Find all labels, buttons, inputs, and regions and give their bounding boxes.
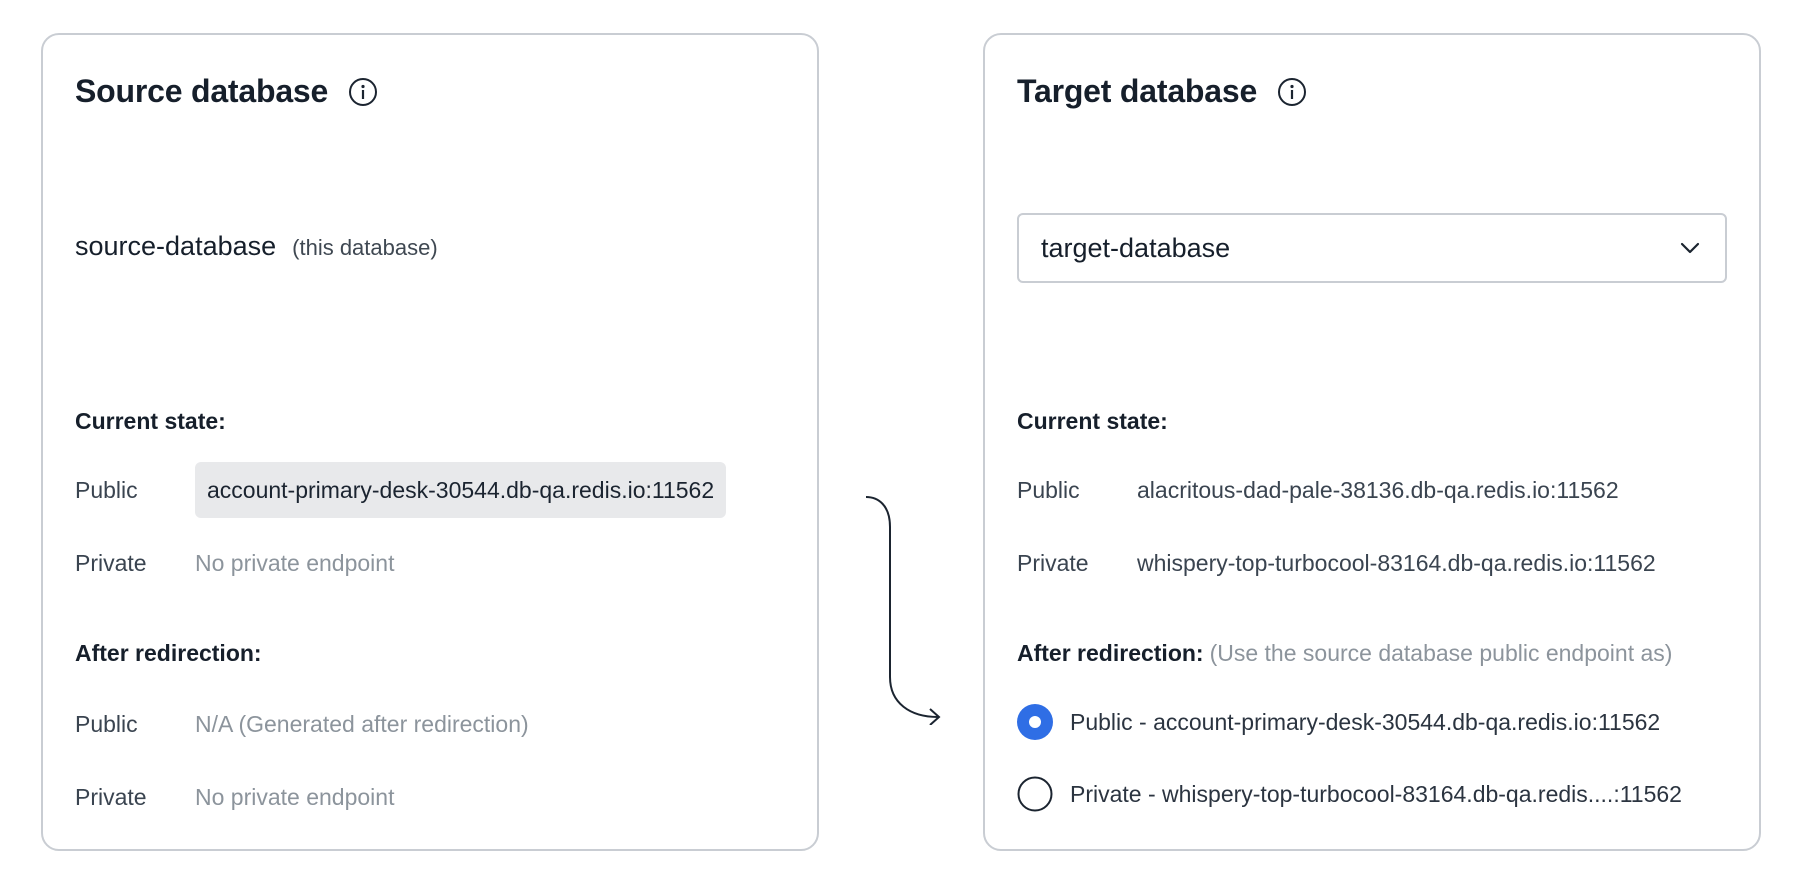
- endpoint-type-label: Public: [75, 476, 138, 503]
- target-title-row: Target database: [1017, 73, 1307, 110]
- endpoint-type-label: Public: [75, 710, 138, 737]
- endpoint-type-label: Private: [1017, 549, 1089, 576]
- after-redirection-label-text: After redirection:: [1017, 640, 1204, 666]
- target-title: Target database: [1017, 73, 1258, 109]
- target-after-redirection-label: After redirection: (Use the source databa…: [1017, 640, 1672, 667]
- radio-unselected-icon[interactable]: [1017, 776, 1053, 812]
- source-title-row: Source database: [75, 73, 378, 110]
- after-redirection-note: (Use the source database public endpoint…: [1209, 640, 1673, 666]
- target-database-card: Target database target-database Current …: [983, 33, 1761, 851]
- radio-option-private[interactable]: Private - whispery-top-turbocool-83164.d…: [1017, 774, 1727, 814]
- info-icon[interactable]: [348, 77, 378, 107]
- source-current-public-row: Public account-primary-desk-30544.db-qa.…: [75, 462, 785, 518]
- target-private-endpoint: whispery-top-turbocool-83164.db-qa.redis…: [1137, 549, 1656, 576]
- source-after-public-endpoint: N/A (Generated after redirection): [195, 710, 529, 737]
- source-db-name: source-database: [75, 231, 277, 261]
- target-current-state-label: Current state:: [1017, 408, 1168, 434]
- radio-option-label: Public - account-primary-desk-30544.db-q…: [1070, 708, 1661, 735]
- target-current-public-row: Public alacritous-dad-pale-38136.db-qa.r…: [1017, 462, 1727, 518]
- source-current-private-row: Private No private endpoint: [75, 535, 785, 591]
- curved-arrow-icon: [865, 496, 941, 725]
- target-public-endpoint: alacritous-dad-pale-38136.db-qa.redis.io…: [1137, 476, 1619, 503]
- target-current-private-row: Private whispery-top-turbocool-83164.db-…: [1017, 535, 1727, 591]
- source-after-private-endpoint: No private endpoint: [195, 783, 395, 810]
- source-db-name-row: source-database (this database): [75, 231, 438, 262]
- source-db-note: (this database): [292, 235, 438, 260]
- endpoint-type-label: Private: [75, 783, 147, 810]
- radio-selected-icon[interactable]: [1017, 704, 1053, 740]
- source-database-card: Source database source-database (this da…: [41, 33, 819, 851]
- target-select-value: target-database: [1041, 232, 1231, 263]
- source-after-public-row: Public N/A (Generated after redirection): [75, 696, 785, 752]
- radio-option-label: Private - whispery-top-turbocool-83164.d…: [1070, 780, 1682, 807]
- source-after-redirection-label: After redirection:: [75, 640, 262, 666]
- source-title: Source database: [75, 73, 329, 109]
- info-icon[interactable]: [1277, 77, 1307, 107]
- source-private-endpoint: No private endpoint: [195, 549, 395, 576]
- source-current-state-label: Current state:: [75, 408, 226, 434]
- target-database-select[interactable]: target-database: [1017, 213, 1727, 283]
- endpoint-type-label: Private: [75, 549, 147, 576]
- source-public-endpoint[interactable]: account-primary-desk-30544.db-qa.redis.i…: [195, 462, 727, 518]
- chevron-down-icon: [1677, 235, 1703, 261]
- source-after-private-row: Private No private endpoint: [75, 769, 785, 825]
- endpoint-type-label: Public: [1017, 476, 1080, 503]
- radio-option-public[interactable]: Public - account-primary-desk-30544.db-q…: [1017, 702, 1727, 742]
